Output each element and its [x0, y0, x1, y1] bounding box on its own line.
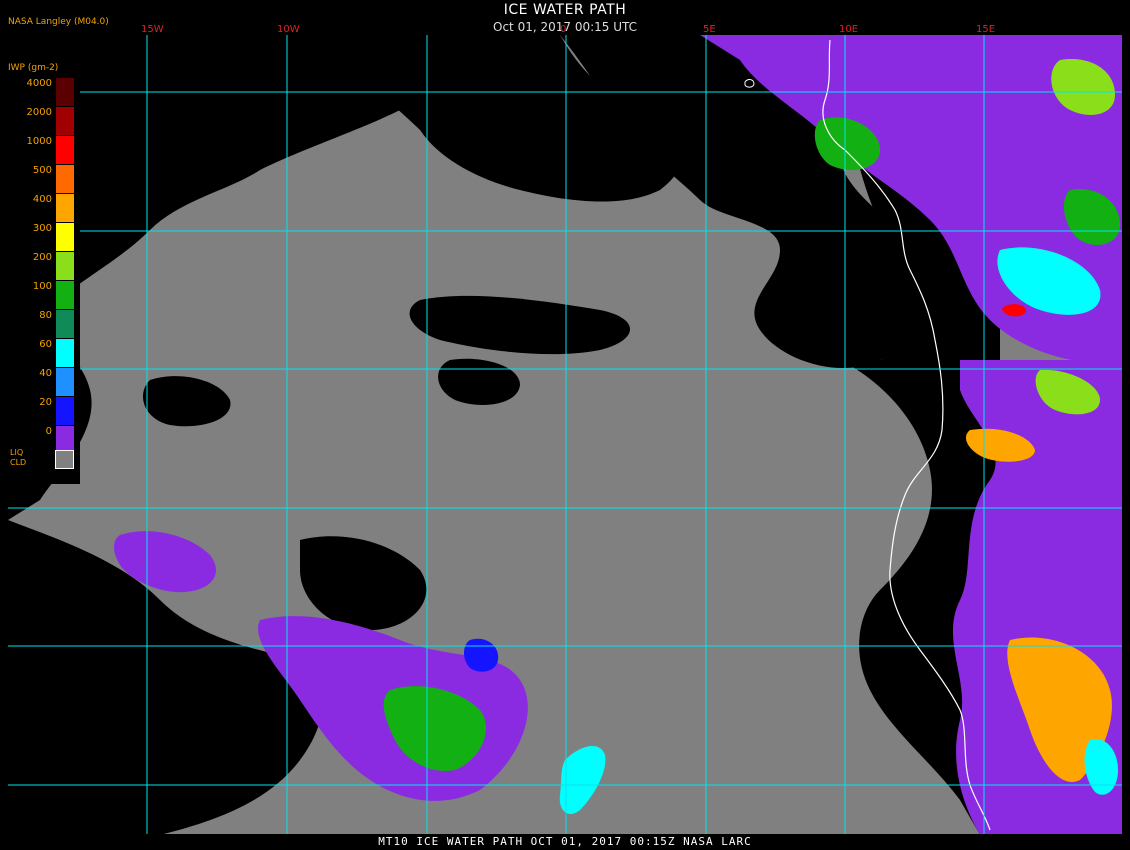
- image-footer: MT10 ICE WATER PATH OCT 01, 2017 00:15Z …: [0, 834, 1130, 850]
- legend-value-label: 200: [32, 252, 52, 263]
- legend-value-label: 100: [32, 281, 52, 292]
- legend-row: 4000: [4, 78, 80, 106]
- lon-label-0: 0: [560, 24, 566, 35]
- legend-value-label: 40: [39, 368, 52, 379]
- legend-row: 20: [4, 397, 80, 425]
- legend-value-label: 20: [39, 397, 52, 408]
- legend-value-label: 2000: [26, 107, 52, 118]
- lon-label-15w: 15W: [141, 24, 164, 35]
- legend-color-swatch: [56, 339, 74, 367]
- legend-row: 300: [4, 223, 80, 251]
- legend-row: 100: [4, 281, 80, 309]
- satellite-map: 15W 10W 0 5E 10E 15E: [8, 24, 1122, 835]
- legend-row: 80: [4, 310, 80, 338]
- legend-value-label: 500: [32, 165, 52, 176]
- legend-color-swatch: [56, 165, 74, 193]
- legend-row: 60: [4, 339, 80, 367]
- legend-color-swatch: [56, 136, 74, 164]
- legend-value-label: 80: [39, 310, 52, 321]
- map-image-area: [8, 35, 1122, 835]
- lon-label-5e: 5E: [703, 24, 716, 35]
- legend-color-swatch: [56, 310, 74, 338]
- legend-row: 40: [4, 368, 80, 396]
- legend-row: 2000: [4, 107, 80, 135]
- lon-label-15e: 15E: [976, 24, 995, 35]
- legend-liquid-cloud-label: LIQ CLD: [10, 448, 27, 467]
- legend-color-swatch: [56, 107, 74, 135]
- legend-row: 500: [4, 165, 80, 193]
- legend-value-label: 1000: [26, 136, 52, 147]
- legend-liquid-cloud-swatch: [55, 450, 74, 469]
- legend-value-label: 60: [39, 339, 52, 350]
- legend-row: 200: [4, 252, 80, 280]
- satellite-image-viewer: ICE WATER PATH Oct 01, 2017 00:15 UTC NA…: [0, 0, 1130, 850]
- color-scale-legend: IWP (gm-2) 4000 2000 1000 500 400 300 200 100 80…: [4, 60, 80, 484]
- legend-color-swatch: [56, 223, 74, 251]
- legend-value-label: 4000: [26, 78, 52, 89]
- legend-row: 400: [4, 194, 80, 222]
- legend-color-swatch: [56, 281, 74, 309]
- legend-color-swatch: [56, 368, 74, 396]
- lon-label-10e: 10E: [839, 24, 858, 35]
- legend-value-label: 300: [32, 223, 52, 234]
- legend-color-swatch: [56, 252, 74, 280]
- legend-color-swatch: [56, 194, 74, 222]
- legend-row: 1000: [4, 136, 80, 164]
- lon-label-10w: 10W: [277, 24, 300, 35]
- legend-color-swatch: [56, 397, 74, 425]
- legend-color-swatch: [56, 78, 74, 106]
- legend-value-label: 0: [45, 426, 52, 437]
- legend-units-label: IWP (gm-2): [8, 63, 59, 73]
- legend-value-label: 400: [32, 194, 52, 205]
